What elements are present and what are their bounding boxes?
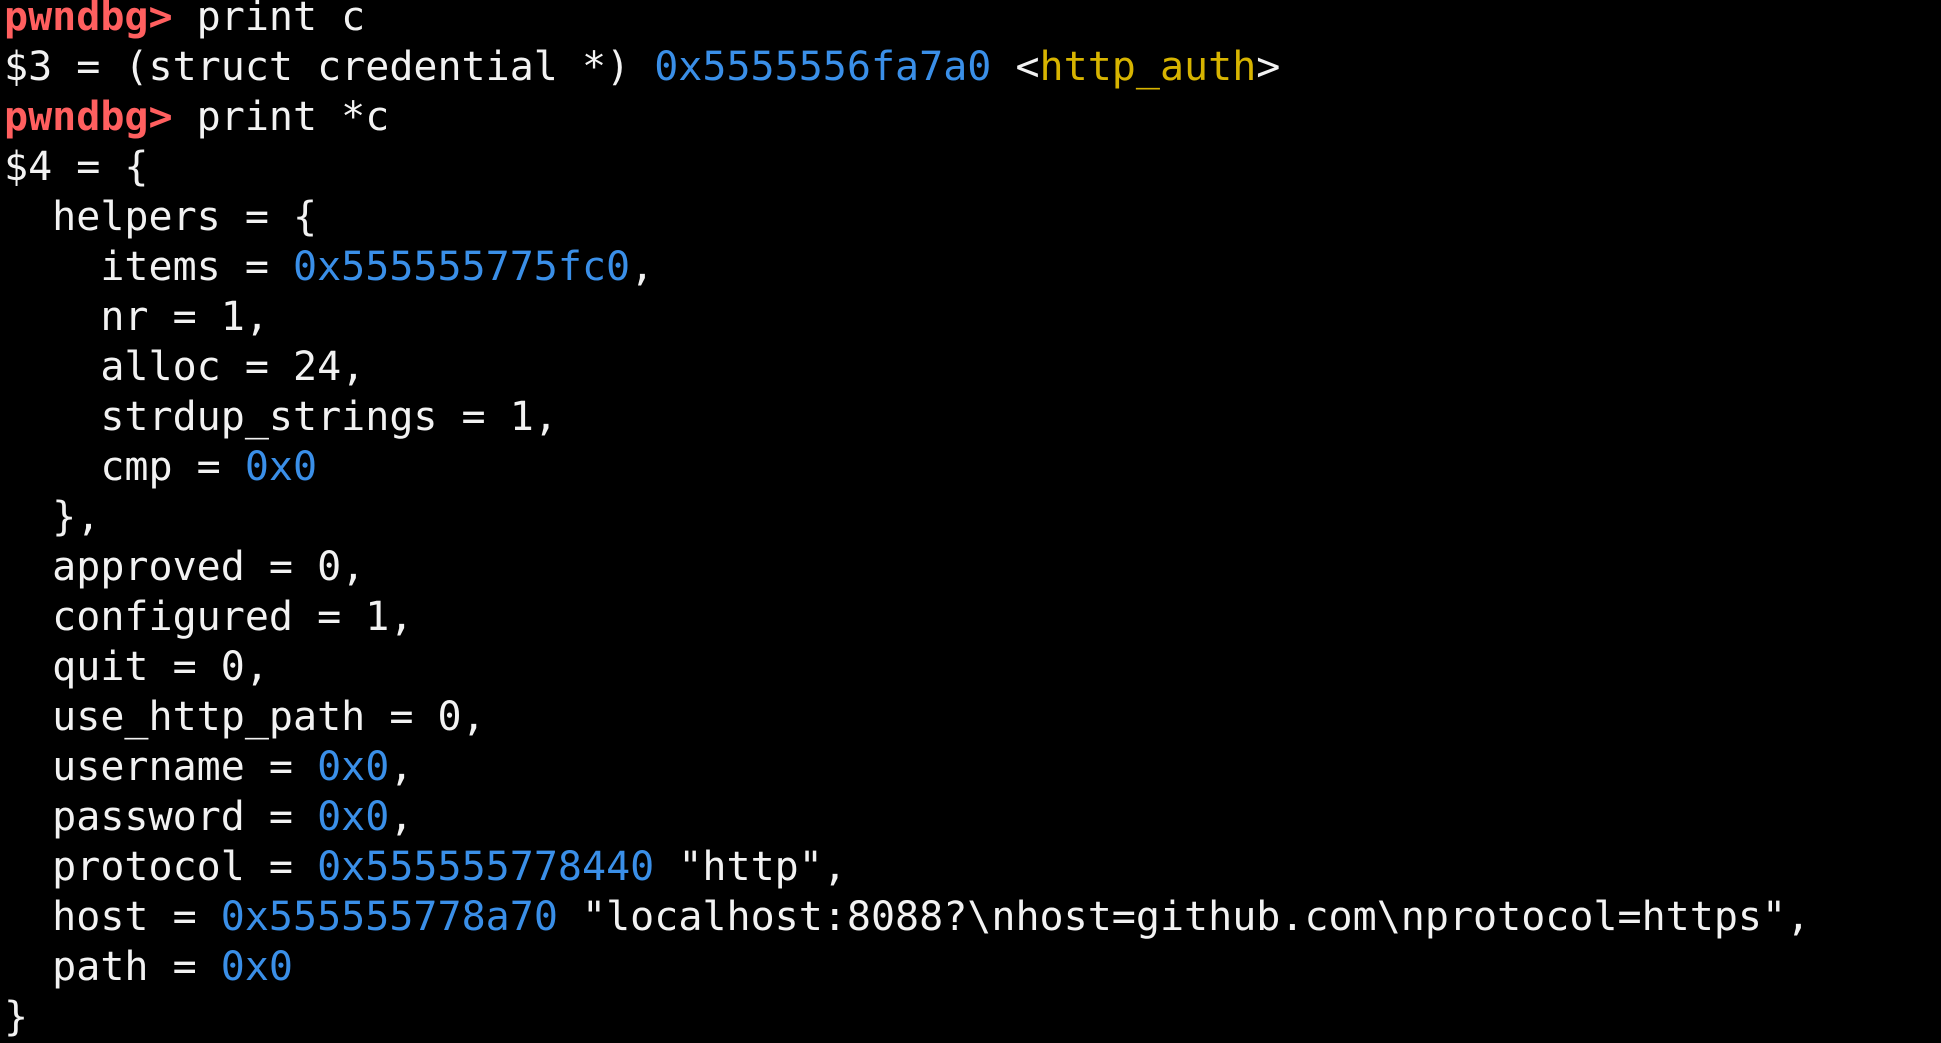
output-text: protocol =	[4, 844, 318, 890]
terminal-line: pwndbg> print c	[4, 0, 1810, 42]
symbol-name: http_auth	[1039, 44, 1257, 90]
output-text: print *c	[172, 94, 390, 140]
memory-address: 0x0	[317, 794, 390, 840]
terminal-line: protocol = 0x555555778440 "http",	[4, 842, 1810, 892]
output-text: ,	[630, 244, 655, 290]
output-text: items =	[4, 244, 293, 290]
terminal-line: $3 = (struct credential *) 0x5555556fa7a…	[4, 42, 1810, 92]
terminal-line: pwndbg> print *c	[4, 92, 1810, 142]
terminal-line: items = 0x555555775fc0,	[4, 242, 1810, 292]
terminal-line: username = 0x0,	[4, 742, 1810, 792]
terminal-line: helpers = {	[4, 192, 1810, 242]
gdb-prompt: pwndbg>	[4, 94, 173, 140]
terminal-line: use_http_path = 0,	[4, 692, 1810, 742]
output-text: use_http_path = 0,	[4, 694, 486, 740]
terminal-line: }	[4, 992, 1810, 1042]
output-text: <	[991, 44, 1040, 90]
memory-address: 0x0	[244, 444, 318, 490]
output-text: "localhost:8088?\nhost=github.com\nproto…	[557, 894, 1811, 940]
terminal-line: configured = 1,	[4, 592, 1810, 642]
terminal-line: path = 0x0	[4, 942, 1810, 992]
output-text: password =	[4, 794, 318, 840]
output-text: alloc = 24,	[4, 344, 366, 390]
terminal-line: approved = 0,	[4, 542, 1810, 592]
terminal-line: nr = 1,	[4, 292, 1810, 342]
terminal-line: host = 0x555555778a70 "localhost:8088?\n…	[4, 892, 1810, 942]
output-text: },	[4, 494, 101, 540]
output-text: nr = 1,	[4, 294, 269, 340]
memory-address: 0x555555778a70	[220, 894, 558, 940]
gdb-prompt: pwndbg>	[4, 0, 173, 40]
terminal-line: },	[4, 492, 1810, 542]
memory-address: 0x5555556fa7a0	[654, 44, 992, 90]
terminal-line: $4 = {	[4, 142, 1810, 192]
output-text: username =	[4, 744, 318, 790]
output-text: strdup_strings = 1,	[4, 394, 558, 440]
output-text: $3 = (struct credential *)	[4, 44, 655, 90]
output-text: host =	[4, 894, 221, 940]
memory-address: 0x555555775fc0	[292, 244, 631, 290]
output-text: "http",	[654, 844, 847, 890]
output-text: ,	[389, 744, 414, 790]
memory-address: 0x0	[317, 744, 390, 790]
output-text: ,	[389, 794, 414, 840]
output-text: }	[4, 994, 29, 1040]
output-text: print c	[172, 0, 366, 40]
output-text: approved = 0,	[4, 544, 366, 590]
terminal-line: strdup_strings = 1,	[4, 392, 1810, 442]
terminal-line: cmp = 0x0	[4, 442, 1810, 492]
output-text: quit = 0,	[4, 644, 269, 690]
output-text: $4 = {	[4, 144, 149, 190]
output-text: configured = 1,	[4, 594, 414, 640]
memory-address: 0x0	[220, 944, 293, 990]
memory-address: 0x555555778440	[317, 844, 655, 890]
output-text: >	[1256, 44, 1281, 90]
terminal-line: quit = 0,	[4, 642, 1810, 692]
terminal-line: password = 0x0,	[4, 792, 1810, 842]
terminal-output[interactable]: pwndbg> print c $3 = (struct credential *…	[4, 0, 1810, 1042]
output-text: path =	[4, 944, 221, 990]
terminal-line: alloc = 24,	[4, 342, 1810, 392]
output-text: cmp =	[4, 444, 245, 490]
output-text: helpers = {	[4, 194, 318, 240]
